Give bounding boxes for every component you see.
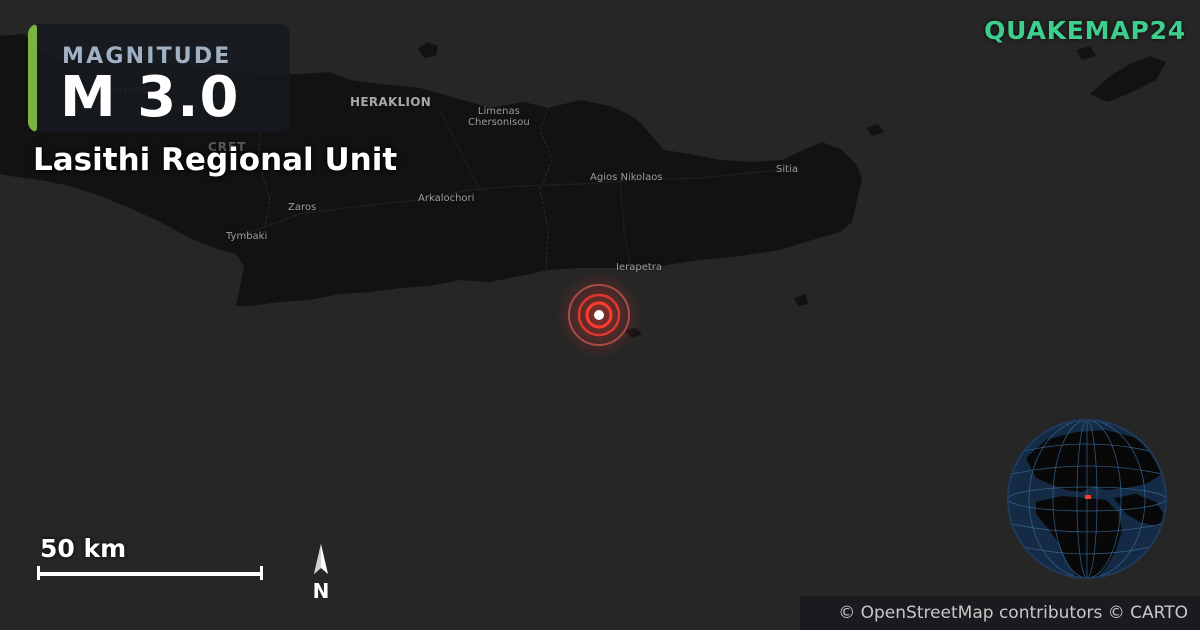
epicenter-dot [594,310,604,320]
brand-logo[interactable]: QUAKEMAP24 [984,16,1186,45]
label-agios-nikolaos: Agios Nikolaos [590,172,663,183]
label-limenas-chersonisou: Limenas Chersonisou [468,106,530,128]
map-attribution[interactable]: © OpenStreetMap contributors © CARTO [800,596,1200,630]
north-label: N [312,579,330,603]
label-arkalochori: Arkalochori [418,193,475,204]
epicenter-marker[interactable] [555,271,643,359]
label-sitia: Sitia [776,164,798,175]
label-ierapetra: Ierapetra [616,262,663,273]
scale-tick-right [260,566,263,580]
label-heraklion: HERAKLION [350,95,432,109]
globe-epicenter-marker [1085,495,1091,499]
scale-bar [38,572,263,576]
inset-globe [1007,419,1167,579]
label-tymbaki: Tymbaki [226,231,268,242]
scale-tick-left [37,566,40,580]
magnitude-accent-bar [28,24,37,132]
magnitude-value: M 3.0 [60,65,240,130]
magnitude-panel: MAGNITUDE M 3.0 [28,24,290,132]
region-title: Lasithi Regional Unit [33,142,398,178]
label-zaros: Zaros [288,202,317,213]
scale-label: 50 km [40,534,127,563]
